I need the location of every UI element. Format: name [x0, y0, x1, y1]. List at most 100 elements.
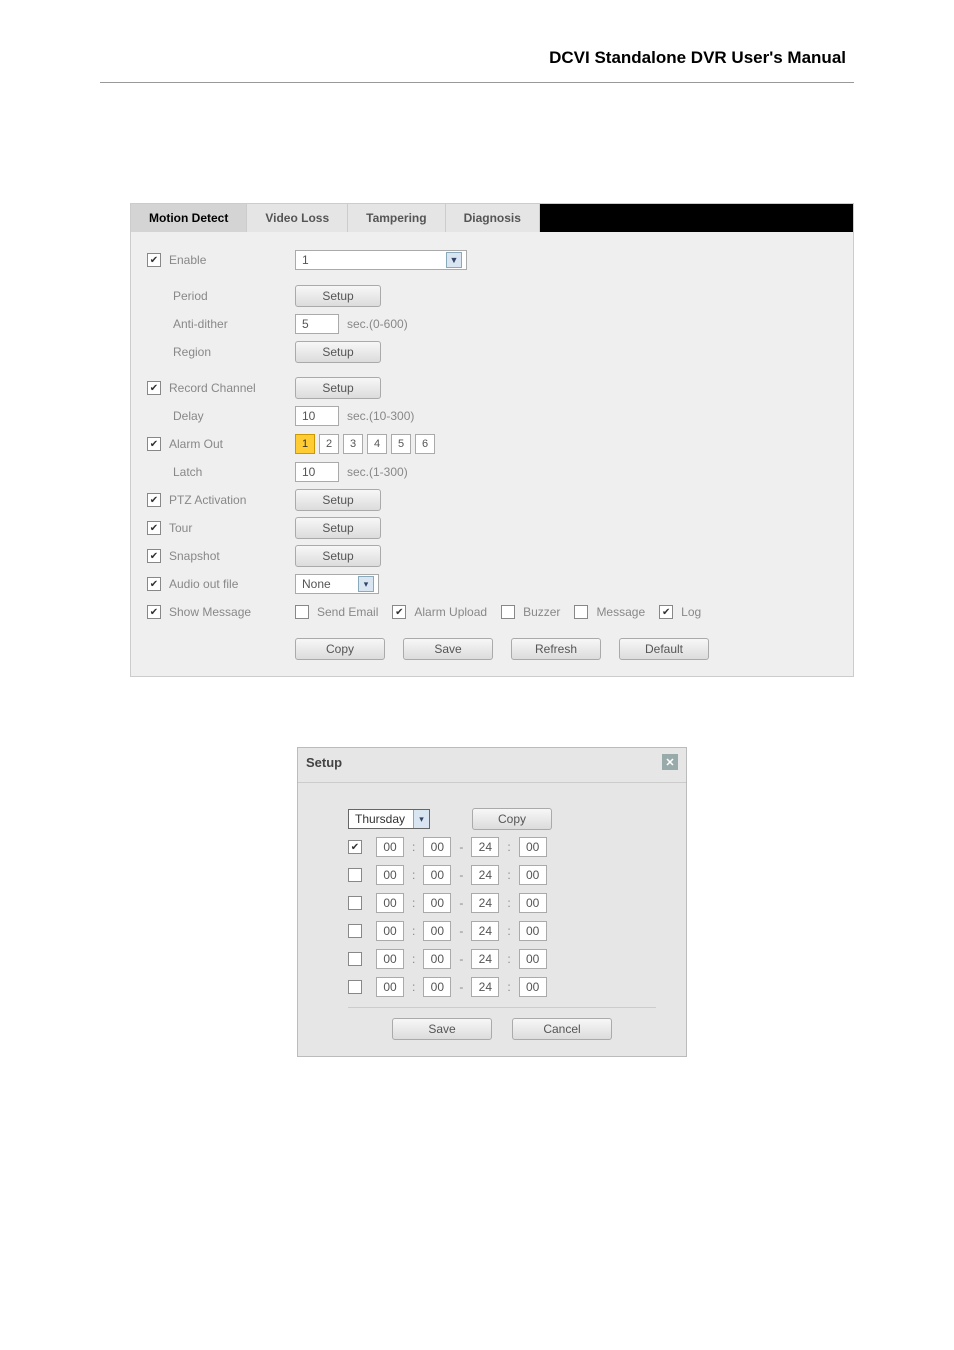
tab-motion-detect[interactable]: Motion Detect	[131, 204, 247, 232]
copy-button[interactable]: Copy	[295, 638, 385, 660]
period-end-min[interactable]: 00	[519, 837, 547, 857]
period-end-min[interactable]: 00	[519, 865, 547, 885]
ptz-label: PTZ Activation	[169, 493, 246, 507]
period-end-min[interactable]: 00	[519, 893, 547, 913]
day-value: Thursday	[349, 812, 413, 826]
period-row: 00:00-24:00	[348, 889, 656, 917]
region-label: Region	[173, 345, 211, 359]
message-checkbox[interactable]	[574, 605, 588, 619]
period-start-hour[interactable]: 00	[376, 837, 404, 857]
record-channel-checkbox[interactable]	[147, 381, 161, 395]
audio-out-select[interactable]: None ▾	[295, 574, 379, 594]
tour-setup-button[interactable]: Setup	[295, 517, 381, 539]
enable-label: Enable	[169, 253, 206, 267]
period-enable-checkbox[interactable]	[348, 952, 362, 966]
chevron-down-icon: ▼	[446, 252, 462, 268]
log-checkbox[interactable]	[659, 605, 673, 619]
alarm-out-ch-1[interactable]: 1	[295, 434, 315, 454]
alarm-upload-checkbox[interactable]	[392, 605, 406, 619]
alarm-out-checkbox[interactable]	[147, 437, 161, 451]
tabs-filler	[540, 204, 853, 232]
period-enable-checkbox[interactable]	[348, 924, 362, 938]
record-channel-setup-button[interactable]: Setup	[295, 377, 381, 399]
snapshot-checkbox[interactable]	[147, 549, 161, 563]
time-dash: -	[457, 840, 465, 854]
ptz-checkbox[interactable]	[147, 493, 161, 507]
period-start-min[interactable]: 00	[423, 837, 451, 857]
region-setup-button[interactable]: Setup	[295, 341, 381, 363]
antidither-label: Anti-dither	[173, 317, 228, 331]
ptz-setup-button[interactable]: Setup	[295, 489, 381, 511]
period-end-min[interactable]: 00	[519, 977, 547, 997]
period-start-hour[interactable]: 00	[376, 865, 404, 885]
delay-input[interactable]: 10	[295, 406, 339, 426]
time-colon: :	[410, 868, 417, 882]
setup-cancel-button[interactable]: Cancel	[512, 1018, 612, 1040]
alarm-out-ch-4[interactable]: 4	[367, 434, 387, 454]
period-row: 00:00-24:00	[348, 833, 656, 861]
period-enable-checkbox[interactable]	[348, 896, 362, 910]
day-select[interactable]: Thursday ▾	[348, 809, 430, 829]
period-start-min[interactable]: 00	[423, 977, 451, 997]
setup-copy-button[interactable]: Copy	[472, 808, 552, 830]
enable-checkbox[interactable]	[147, 253, 161, 267]
alarm-out-ch-3[interactable]: 3	[343, 434, 363, 454]
tab-tampering[interactable]: Tampering	[348, 204, 445, 232]
period-end-min[interactable]: 00	[519, 921, 547, 941]
period-end-min[interactable]: 00	[519, 949, 547, 969]
chevron-down-icon: ▾	[358, 576, 374, 592]
period-start-min[interactable]: 00	[423, 949, 451, 969]
page-title: DCVI Standalone DVR User's Manual	[0, 0, 954, 68]
period-end-hour[interactable]: 24	[471, 865, 499, 885]
period-end-hour[interactable]: 24	[471, 837, 499, 857]
tour-checkbox[interactable]	[147, 521, 161, 535]
show-message-checkbox[interactable]	[147, 605, 161, 619]
default-button[interactable]: Default	[619, 638, 709, 660]
alarm-upload-label: Alarm Upload	[414, 605, 487, 619]
refresh-button[interactable]: Refresh	[511, 638, 601, 660]
delay-unit: sec.(10-300)	[347, 409, 414, 423]
save-button[interactable]: Save	[403, 638, 493, 660]
period-enable-checkbox[interactable]	[348, 980, 362, 994]
alarm-out-ch-6[interactable]: 6	[415, 434, 435, 454]
time-dash: -	[457, 868, 465, 882]
period-start-min[interactable]: 00	[423, 921, 451, 941]
chevron-down-icon: ▾	[413, 810, 429, 828]
tab-diagnosis[interactable]: Diagnosis	[446, 204, 540, 232]
tab-video-loss[interactable]: Video Loss	[247, 204, 348, 232]
time-colon: :	[505, 924, 512, 938]
buzzer-checkbox[interactable]	[501, 605, 515, 619]
setup-dialog: Setup ✕ Thursday ▾ Copy 00:00-24:0000:00…	[297, 747, 687, 1057]
period-end-hour[interactable]: 24	[471, 921, 499, 941]
alarm-out-ch-5[interactable]: 5	[391, 434, 411, 454]
alarm-out-ch-2[interactable]: 2	[319, 434, 339, 454]
enable-channel-select[interactable]: 1 ▼	[295, 250, 467, 270]
time-colon: :	[410, 840, 417, 854]
period-start-hour[interactable]: 00	[376, 949, 404, 969]
period-start-hour[interactable]: 00	[376, 921, 404, 941]
period-enable-checkbox[interactable]	[348, 840, 362, 854]
audio-out-checkbox[interactable]	[147, 577, 161, 591]
period-start-min[interactable]: 00	[423, 865, 451, 885]
period-row: 00:00-24:00	[348, 973, 656, 1001]
setup-save-button[interactable]: Save	[392, 1018, 492, 1040]
setup-title: Setup	[306, 755, 342, 770]
period-end-hour[interactable]: 24	[471, 893, 499, 913]
record-channel-label: Record Channel	[169, 381, 256, 395]
period-enable-checkbox[interactable]	[348, 868, 362, 882]
period-end-hour[interactable]: 24	[471, 977, 499, 997]
period-start-min[interactable]: 00	[423, 893, 451, 913]
antidither-input[interactable]: 5	[295, 314, 339, 334]
period-start-hour[interactable]: 00	[376, 893, 404, 913]
delay-label: Delay	[173, 409, 204, 423]
snapshot-setup-button[interactable]: Setup	[295, 545, 381, 567]
period-end-hour[interactable]: 24	[471, 949, 499, 969]
period-row: 00:00-24:00	[348, 917, 656, 945]
close-icon[interactable]: ✕	[662, 754, 678, 770]
period-start-hour[interactable]: 00	[376, 977, 404, 997]
time-colon: :	[505, 840, 512, 854]
latch-input[interactable]: 10	[295, 462, 339, 482]
tabs-bar: Motion Detect Video Loss Tampering Diagn…	[131, 204, 853, 232]
period-setup-button[interactable]: Setup	[295, 285, 381, 307]
send-email-checkbox[interactable]	[295, 605, 309, 619]
